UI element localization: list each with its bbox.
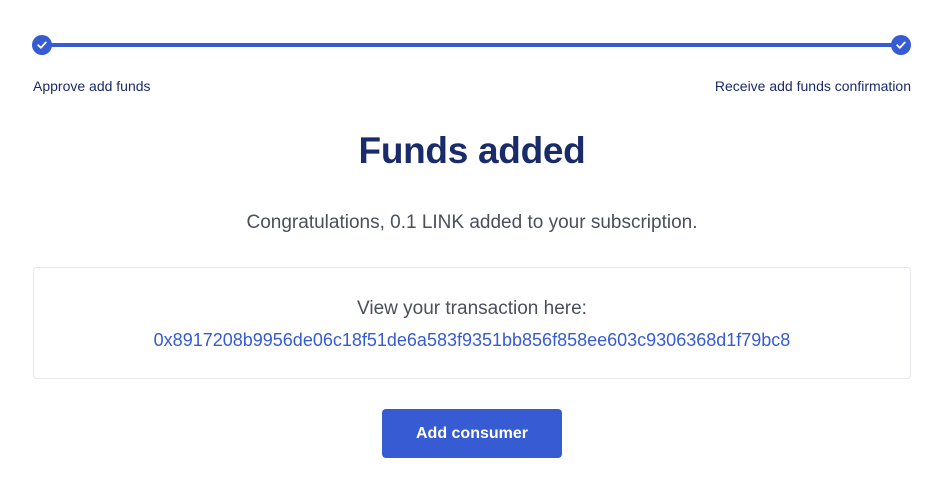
add-consumer-button[interactable]: Add consumer xyxy=(382,409,562,458)
success-message: Congratulations, 0.1 LINK added to your … xyxy=(246,212,698,233)
stepper-track xyxy=(42,43,901,47)
page-title: Funds added xyxy=(358,130,586,171)
step-approve-check-icon xyxy=(32,35,52,55)
funds-added-page: Approve add funds Receive add funds conf… xyxy=(0,0,944,485)
transaction-hash-link[interactable]: 0x8917208b9956de06c18f51de6a583f9351bb85… xyxy=(34,330,910,351)
step-confirmation-check-icon xyxy=(891,35,911,55)
transaction-label: View your transaction here: xyxy=(357,298,587,319)
step-label-approve: Approve add funds xyxy=(33,78,151,94)
transaction-card: View your transaction here: 0x8917208b99… xyxy=(33,267,911,379)
step-label-confirmation: Receive add funds confirmation xyxy=(714,78,911,94)
